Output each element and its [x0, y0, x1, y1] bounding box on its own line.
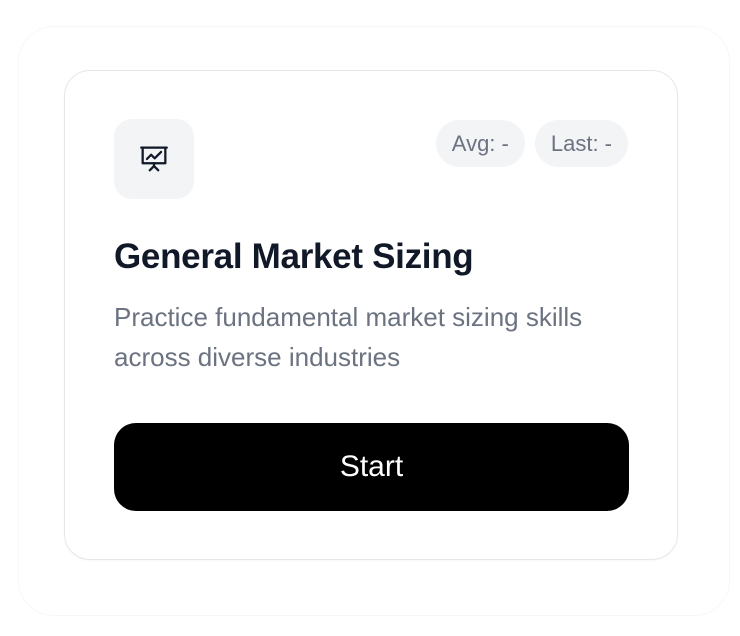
- card-icon-tile: [114, 119, 194, 199]
- card-title: General Market Sizing: [114, 237, 474, 276]
- stats-badges: Avg: - Last: -: [435, 120, 628, 167]
- card-description: Practice fundamental market sizing skill…: [114, 302, 583, 372]
- practice-card: Avg: - Last: - General Market Sizing Pra…: [64, 70, 678, 560]
- avg-badge: Avg: -: [435, 120, 525, 167]
- presentation-chart-icon: [140, 146, 168, 172]
- start-button[interactable]: Start: [114, 423, 629, 511]
- last-badge: Last: -: [534, 120, 628, 167]
